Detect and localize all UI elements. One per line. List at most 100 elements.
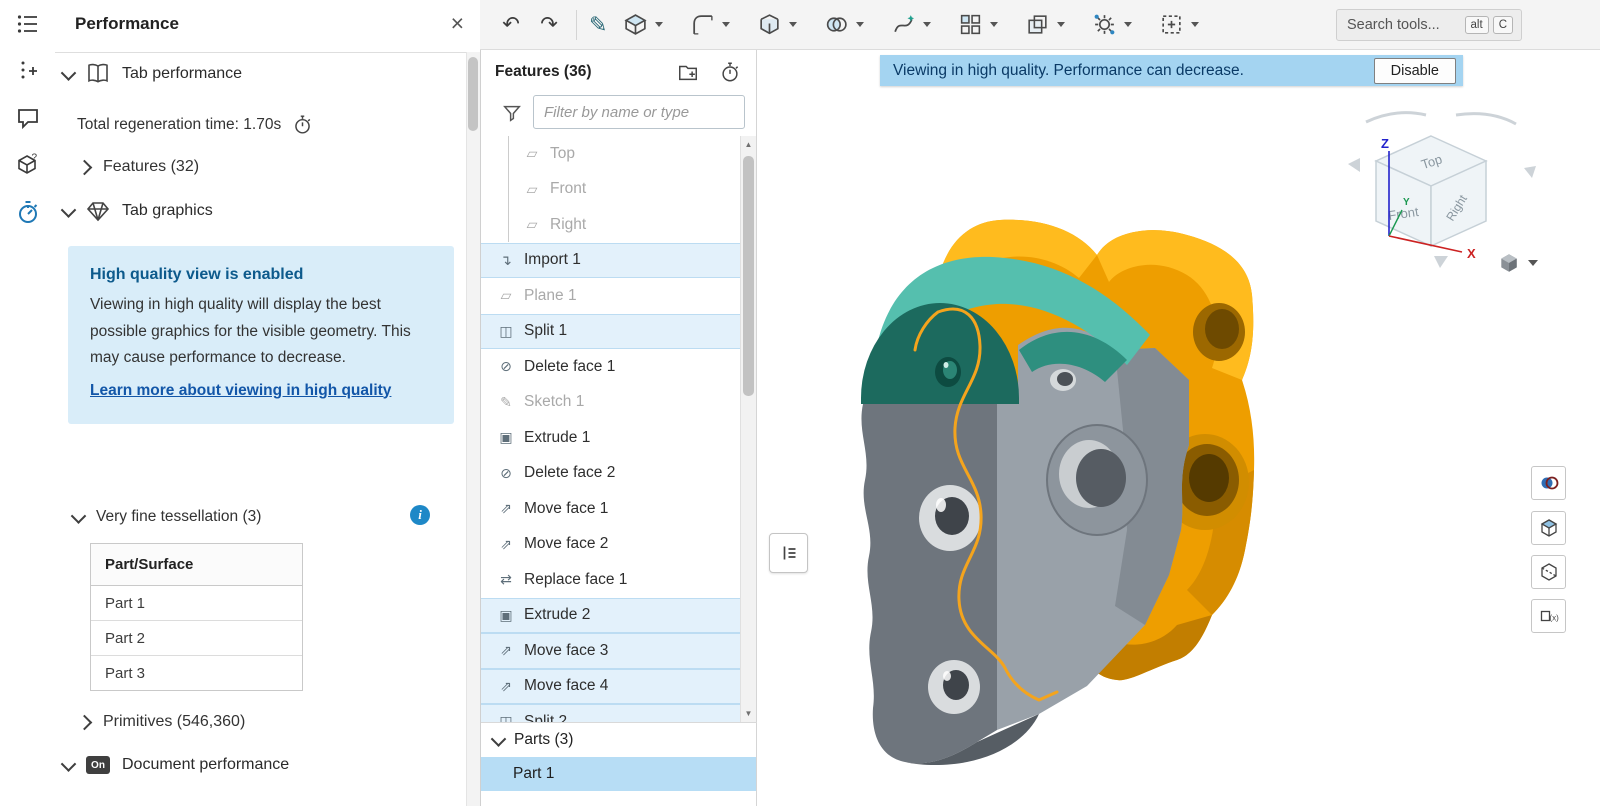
undo-button[interactable]: ↶: [492, 6, 530, 44]
feature-item[interactable]: ▱ Plane 1: [481, 278, 741, 314]
regeneration-timer-icon[interactable]: [719, 61, 741, 87]
regeneration-time-row: Total regeneration time: 1.70s: [77, 114, 313, 135]
tab-performance-section-header[interactable]: Tab performance: [63, 62, 242, 86]
feature-item[interactable]: ⊘ Delete face 1: [481, 349, 741, 385]
section-view-icon: [1539, 562, 1559, 582]
filter-input[interactable]: [533, 95, 745, 129]
feature-tree-icon[interactable]: [0, 0, 55, 47]
high-quality-notification: Viewing in high quality. Performance can…: [880, 55, 1463, 86]
feature-item[interactable]: ✎ Sketch 1: [481, 385, 741, 421]
loft-tool-group[interactable]: [885, 5, 937, 45]
import-icon: ↴: [495, 252, 517, 269]
isolate-button[interactable]: (x): [1531, 599, 1566, 633]
new-folder-icon[interactable]: [677, 61, 699, 87]
pattern-tool-group[interactable]: [952, 5, 1004, 45]
chevron-right-icon: [77, 714, 93, 730]
z-axis-label: Z: [1381, 136, 1389, 151]
sketch-button[interactable]: ✎: [589, 12, 607, 38]
view-orientation-button[interactable]: [1490, 247, 1546, 279]
feature-item[interactable]: ▣ Extrude 2: [481, 598, 741, 634]
feature-item[interactable]: ▱ Top: [481, 136, 741, 172]
feature-item[interactable]: ◫ Split 2: [481, 704, 741, 722]
shell-tool-group[interactable]: [751, 5, 803, 45]
comment-icon[interactable]: [0, 94, 55, 141]
part-list-item[interactable]: Part 1: [481, 757, 756, 791]
table-row[interactable]: Part 3: [91, 656, 302, 690]
feature-item[interactable]: ⊘ Delete face 2: [481, 456, 741, 492]
scroll-up-icon[interactable]: ▲: [741, 140, 756, 149]
search-tools-box[interactable]: Search tools... alt C: [1336, 9, 1522, 41]
y-axis-label: Y: [1403, 197, 1410, 208]
extrude-icon: [623, 12, 648, 37]
primitives-section[interactable]: Primitives (546,360): [79, 713, 245, 731]
document-performance-label: Document performance: [122, 756, 289, 774]
feature-item[interactable]: ▣ Extrude 1: [481, 420, 741, 456]
tessellation-section-header[interactable]: Very fine tessellation (3): [73, 508, 261, 526]
boolean-tool-group[interactable]: [818, 5, 870, 45]
tab-graphics-label: Tab graphics: [122, 202, 213, 220]
disable-button[interactable]: Disable: [1374, 58, 1456, 84]
search-placeholder: Search tools...: [1347, 17, 1461, 33]
info-icon[interactable]: i: [410, 505, 430, 525]
feature-list-scrollbar[interactable]: ▲ ▼: [740, 136, 756, 722]
parts-section-label: Parts (3): [514, 731, 573, 749]
tab-graphics-section-header[interactable]: Tab graphics: [63, 199, 213, 223]
extrude-icon: ▣: [495, 607, 517, 624]
feature-list-toggle-button[interactable]: [769, 533, 808, 573]
help-cube-icon[interactable]: ?: [0, 141, 55, 188]
list-panel-icon: [779, 543, 799, 563]
rotate-corner-arrow-icon[interactable]: [1524, 166, 1536, 178]
feature-item[interactable]: ▱ Front: [481, 172, 741, 208]
table-header: Part/Surface: [91, 544, 302, 586]
tab-performance-label: Tab performance: [122, 65, 242, 83]
rotate-arrow-icon[interactable]: [1456, 114, 1516, 124]
table-row[interactable]: Part 1: [91, 586, 302, 621]
close-icon[interactable]: ×: [451, 12, 464, 35]
plane-icon: ▱: [521, 145, 543, 162]
performance-icon[interactable]: [0, 188, 55, 235]
performance-panel-scrollbar[interactable]: [466, 52, 480, 806]
display-style-button[interactable]: [1531, 511, 1566, 545]
redo-button[interactable]: ↷: [530, 6, 568, 44]
scrollbar-thumb[interactable]: [743, 156, 754, 396]
chevron-down-icon: [1057, 22, 1065, 27]
scrollbar-thumb[interactable]: [468, 57, 478, 131]
feature-item[interactable]: ⇗ Move face 4: [481, 669, 741, 705]
document-performance-section-header[interactable]: On Document performance: [63, 756, 289, 774]
feature-item[interactable]: ⇗ Move face 3: [481, 633, 741, 669]
parts-section-header[interactable]: Parts (3): [481, 724, 757, 756]
section-view-button[interactable]: [1531, 555, 1566, 589]
features-collapsed-section[interactable]: Features (32): [79, 158, 199, 176]
insert-icon[interactable]: [0, 47, 55, 94]
chevron-down-icon: [71, 508, 87, 524]
chevron-right-icon: [77, 159, 93, 175]
shortcut-key-alt: alt: [1465, 16, 1489, 34]
learn-more-link[interactable]: Learn more about viewing in high quality: [90, 378, 391, 404]
selection-tool-group[interactable]: [1153, 5, 1205, 45]
chevron-down-icon: [491, 731, 507, 747]
rotate-down-arrow-icon[interactable]: [1434, 256, 1448, 268]
main-toolbar: ↶ ↷ ✎: [480, 0, 1600, 50]
features-collapsed-label: Features (32): [103, 158, 199, 176]
sheet-metal-tool-group[interactable]: [1086, 5, 1138, 45]
move-face-icon: ⇗: [495, 536, 517, 553]
rotate-left-arrow-icon[interactable]: [1348, 158, 1360, 172]
feature-item[interactable]: ⇗ Move face 2: [481, 527, 741, 563]
feature-item[interactable]: ⇗ Move face 1: [481, 491, 741, 527]
model-gray-part[interactable]: [997, 328, 1189, 730]
loft-icon: [891, 12, 916, 37]
chevron-down-icon: [61, 202, 77, 218]
rotate-arrow-icon[interactable]: [1366, 113, 1426, 122]
panel-title: Performance: [75, 14, 179, 34]
fillet-tool-group[interactable]: [684, 5, 736, 45]
extrude-tool-group[interactable]: [617, 5, 669, 45]
high-quality-info-box: High quality view is enabled Viewing in …: [68, 246, 454, 424]
feature-item[interactable]: ⇄ Replace face 1: [481, 562, 741, 598]
feature-item[interactable]: ◫ Split 1: [481, 314, 741, 350]
appearance-button[interactable]: [1531, 466, 1566, 500]
scroll-down-icon[interactable]: ▼: [741, 709, 756, 718]
feature-item[interactable]: ↴ Import 1: [481, 243, 741, 279]
table-row[interactable]: Part 2: [91, 621, 302, 656]
composite-tool-group[interactable]: [1019, 5, 1071, 45]
feature-item[interactable]: ▱ Right: [481, 207, 741, 243]
